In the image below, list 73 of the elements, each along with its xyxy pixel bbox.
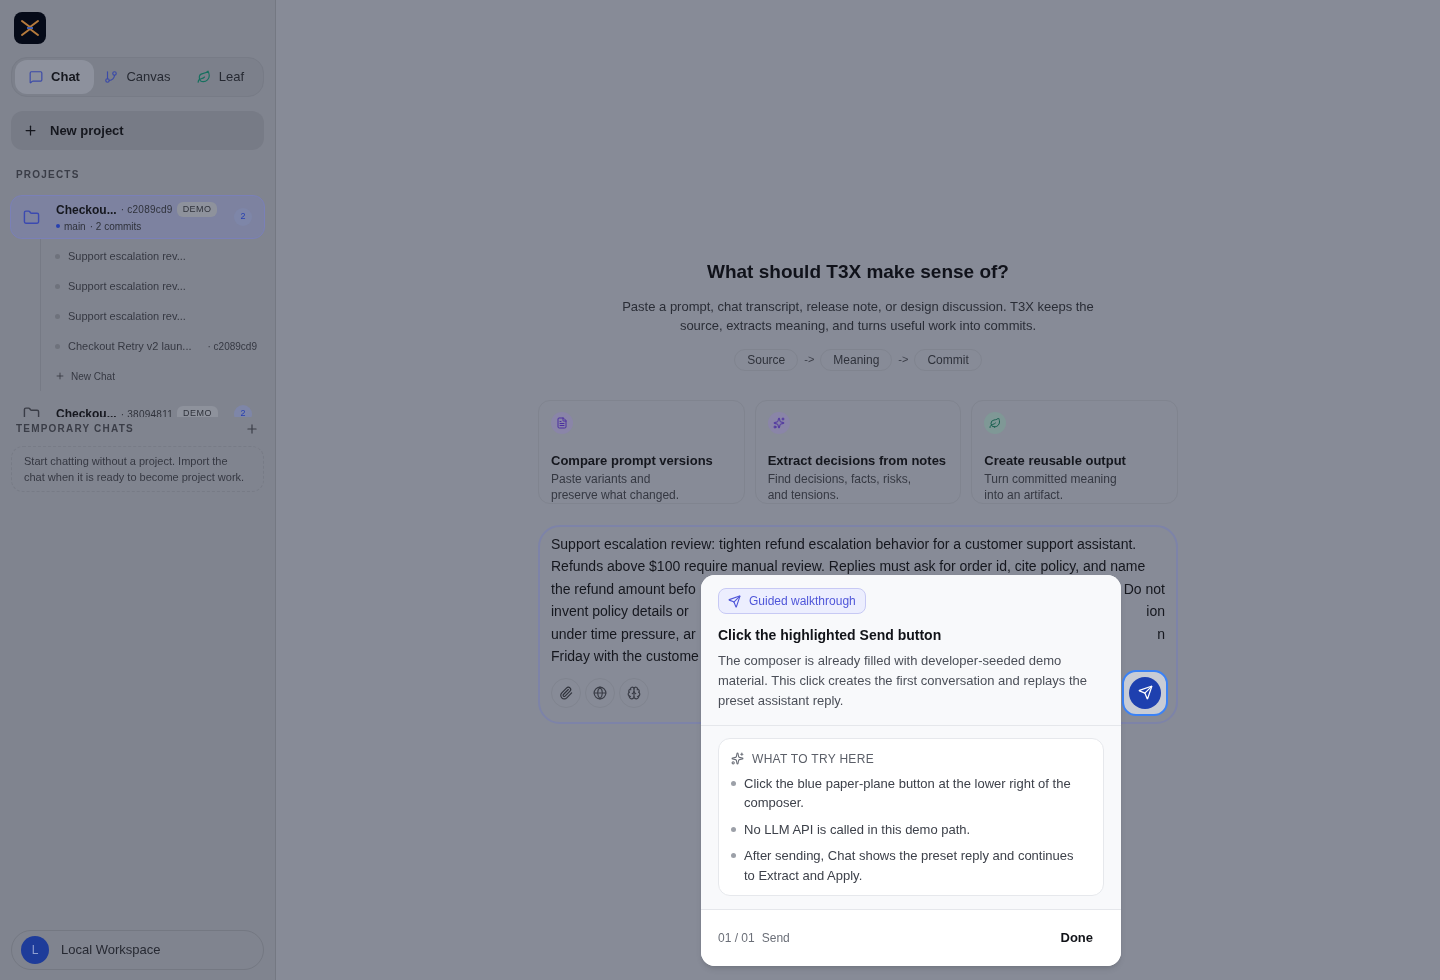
mode-tab[interactable]: Chat <box>15 60 94 94</box>
composer-text: Refunds above $100 require manual review. Replies must ask for order id, cite policy, and name <box>551 557 1146 576</box>
folder-icon <box>23 405 40 417</box>
suggestion-card[interactable]: Create reusable output Turn committed meaning into an artifact. <box>971 399 1178 504</box>
new-project-button[interactable]: New project <box>11 111 264 150</box>
card-title: Compare prompt versions <box>551 451 714 470</box>
add-icon[interactable] <box>245 421 259 436</box>
step-label: Send <box>761 930 790 947</box>
leaf-icon <box>196 70 211 84</box>
globe-icon <box>593 685 607 700</box>
project-item[interactable]: Checkou... · c2089cd9 DEMO main · 2 commits 2 <box>10 195 265 239</box>
plus-icon <box>55 371 65 381</box>
sparkles-icon <box>767 411 790 434</box>
mode-tab[interactable]: Canvas <box>98 60 177 94</box>
folder-icon <box>23 208 40 226</box>
composer-text: under time pressure, ar <box>551 624 696 644</box>
done-button[interactable]: Done <box>1049 923 1104 953</box>
section-heading: PROJECTS <box>16 168 81 182</box>
flow-arrow: -> <box>804 352 815 368</box>
demo-badge: DEMO <box>176 201 218 218</box>
walkthrough-badge: Guided walkthrough <box>718 588 866 614</box>
walkthrough-body: The composer is already filled with developer-seeded demo material. This click creates the first conversation and replays the preset assistant reply. <box>718 651 1088 710</box>
card-title: Create reusable output <box>984 451 1127 470</box>
commit-count: · 2 commits <box>89 219 142 234</box>
tip-text: After sending, Chat shows the preset reply and continues to Extract and Apply. <box>744 847 1075 885</box>
tips-heading: WHAT TO TRY HERE <box>752 750 874 768</box>
brain-icon <box>627 685 641 700</box>
composer-text: n <box>1157 624 1165 644</box>
avatar: L <box>21 936 49 964</box>
logo-icon <box>14 12 46 44</box>
card-text: Paste variants and preserve what changed. <box>551 471 681 503</box>
walkthrough-title: Click the highlighted Send button <box>718 625 943 645</box>
tip-text: No LLM API is called in this demo path. <box>744 820 972 839</box>
suggestion-card[interactable]: Compare prompt versions Paste variants and preserve what changed. <box>538 399 745 504</box>
intro-text: Paste a prompt, chat transcript, release note, or design discussion. T3X keeps the source, extracts meaning, and turns useful work into commits. <box>621 297 1095 335</box>
chat-count-badge: 2 <box>234 208 252 226</box>
demo-badge: DEMO <box>177 406 218 417</box>
paper-plane-icon <box>1137 685 1153 700</box>
chat-bubble-icon <box>29 70 44 84</box>
sparkle-icon <box>731 752 744 765</box>
leaf-icon <box>984 411 1007 434</box>
chat-item[interactable]: Support escalation rev... <box>55 301 265 331</box>
card-text: Turn committed meaning into an artifact. <box>984 471 1118 503</box>
document-icon <box>551 411 573 434</box>
composer-text: invent policy details or <box>551 602 689 621</box>
branch-label: main <box>56 218 86 234</box>
composer-text: ion <box>1146 602 1165 621</box>
card-text: Find decisions, facts, risks, and tensions. <box>767 471 913 503</box>
flow-arrow: -> <box>898 352 909 368</box>
commit-hash: · c2089cd9 <box>120 203 173 217</box>
project-name: Checkou... <box>56 201 117 219</box>
paperclip-icon <box>559 685 573 700</box>
plus-icon <box>23 123 38 138</box>
chat-item[interactable]: Support escalation rev... <box>55 271 265 301</box>
composer-text: Support escalation review: tighten refund escalation behavior for a customer support assistant. <box>551 534 1137 554</box>
composer-text: Do not <box>1123 579 1165 599</box>
composer-text: Friday with the custome <box>551 647 699 666</box>
send-button[interactable] <box>1129 676 1161 709</box>
step-counter: 01 / 01 <box>718 930 755 947</box>
chat-count-badge: 2 <box>234 405 252 417</box>
empty-state-text: Start chatting without a project. Import the chat when it is ready to become project work. <box>24 454 246 485</box>
page-heading: What should T3X make sense of? <box>707 260 1009 284</box>
branch-icon <box>104 70 119 84</box>
commit-hash: · 38094811 <box>120 407 174 417</box>
new-chat-button[interactable]: New Chat <box>55 361 265 391</box>
section-heading: TEMPORARY CHATS <box>16 422 134 436</box>
tip-text: Click the blue paper-plane button at the lower right of the composer. <box>744 774 1072 812</box>
suggestion-card[interactable]: Extract decisions from notes Find decisions, facts, risks, and tensions. <box>754 399 962 504</box>
card-title: Extract decisions from notes <box>767 451 948 470</box>
chat-item[interactable]: Checkout Retry v2 laun... · c2089cd9 <box>55 331 265 361</box>
mode-tab[interactable]: Leaf <box>181 60 260 94</box>
chat-item[interactable]: Support escalation rev... <box>55 241 265 271</box>
composer-text: the refund amount befo <box>551 579 696 599</box>
